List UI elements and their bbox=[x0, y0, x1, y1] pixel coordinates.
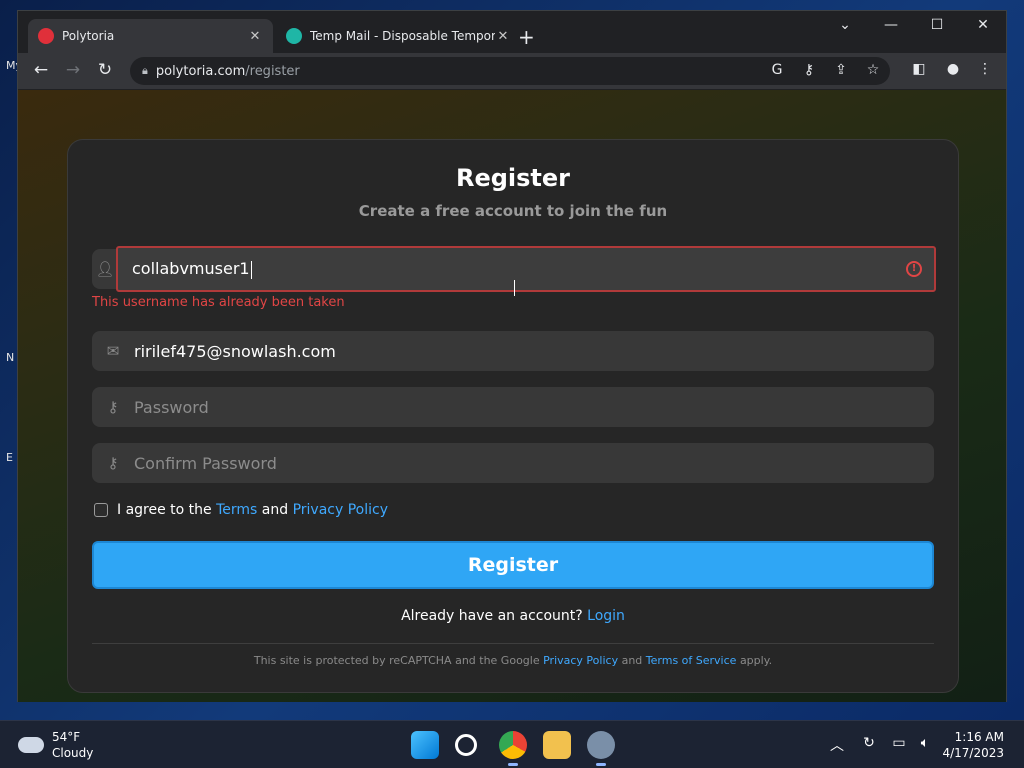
key-icon[interactable]: ⚷ bbox=[800, 62, 818, 78]
tab-bar: Polytoria ✕ Temp Mail - Disposable Tempo… bbox=[18, 11, 1006, 53]
clock-time: 1:16 AM bbox=[954, 730, 1004, 744]
agree-and-text: and bbox=[261, 502, 289, 518]
tab-close-icon[interactable]: ✕ bbox=[495, 29, 511, 44]
forward-icon[interactable]: → bbox=[62, 60, 84, 80]
password-field[interactable]: ⚷ Password bbox=[92, 387, 934, 427]
register-card: Register Create a free account to join t… bbox=[67, 139, 959, 693]
profile-icon[interactable]: ● bbox=[942, 61, 964, 77]
weather-widget[interactable]: 54°F Cloudy bbox=[18, 729, 93, 761]
active-app-indicator bbox=[508, 763, 518, 766]
browser-window: Polytoria ✕ Temp Mail - Disposable Tempo… bbox=[17, 10, 1007, 702]
text-cursor bbox=[250, 260, 252, 279]
chrome-icon[interactable] bbox=[499, 731, 527, 759]
new-tab-icon[interactable]: + bbox=[518, 25, 535, 49]
browser-toolbar: ← → ↻ 🔒︎ polytoria.com/register G ⚷ ⇪ ☆ … bbox=[18, 53, 1006, 89]
tab-polytoria[interactable]: Polytoria ✕ bbox=[28, 19, 273, 53]
confirm-password-placeholder: Confirm Password bbox=[134, 453, 277, 473]
agree-checkbox[interactable] bbox=[94, 503, 108, 517]
minimize-icon[interactable]: — bbox=[876, 17, 906, 33]
agree-terms-row: I agree to the Terms and Privacy Policy bbox=[94, 502, 388, 518]
desktop-label-e[interactable]: E bbox=[6, 451, 13, 464]
desktop-label-n[interactable]: N bbox=[6, 351, 14, 364]
login-prompt-row: Already have an account? Login bbox=[68, 608, 958, 624]
system-clock[interactable]: 1:16 AM 4/17/2023 bbox=[942, 729, 1004, 761]
share-icon[interactable]: ⇪ bbox=[832, 62, 850, 78]
clock-date: 4/17/2023 bbox=[942, 746, 1004, 760]
page-content: Register Create a free account to join t… bbox=[18, 90, 1006, 702]
sync-icon[interactable]: ↻ bbox=[859, 735, 879, 751]
recaptcha-privacy-link[interactable]: Privacy Policy bbox=[543, 654, 618, 667]
username-value: collabvmuser1 bbox=[132, 259, 250, 279]
key-icon: ⚷ bbox=[107, 454, 119, 472]
settings-gear-icon[interactable] bbox=[587, 731, 615, 759]
login-link[interactable]: Login bbox=[587, 608, 625, 624]
bookmark-star-icon[interactable]: ☆ bbox=[864, 62, 882, 78]
recaptcha-terms-link[interactable]: Terms of Service bbox=[646, 654, 737, 667]
page-title: Register bbox=[455, 164, 571, 192]
omnibox-actions: G ⚷ ⇪ ☆ bbox=[768, 62, 882, 78]
close-window-icon[interactable]: ✕ bbox=[968, 17, 998, 33]
privacy-policy-link[interactable]: Privacy Policy bbox=[293, 502, 388, 518]
login-prompt-text: Already have an account? bbox=[401, 608, 583, 624]
running-app-indicator bbox=[596, 763, 606, 766]
search-icon[interactable] bbox=[455, 734, 477, 756]
recaptcha-suffix: apply. bbox=[739, 654, 773, 667]
envelope-icon: ✉ bbox=[106, 342, 120, 360]
username-user-icon: 👤︎ bbox=[92, 249, 118, 289]
address-bar[interactable]: 🔒︎ polytoria.com/register G ⚷ ⇪ ☆ bbox=[130, 57, 890, 85]
terms-link[interactable]: Terms bbox=[216, 502, 257, 518]
network-icon[interactable]: ▭ bbox=[889, 735, 909, 751]
url-host: polytoria.com bbox=[155, 63, 246, 79]
weather-temp: 54°F bbox=[52, 730, 81, 744]
username-field[interactable]: collabvmuser1 ! bbox=[116, 246, 936, 292]
temp-mail-favicon-icon bbox=[286, 28, 302, 44]
desktop-icons: My N E bbox=[0, 55, 22, 475]
error-alert-icon: ! bbox=[906, 261, 922, 277]
mouse-text-cursor-icon bbox=[514, 280, 522, 296]
page-subtitle: Create a free account to join the fun bbox=[358, 202, 668, 220]
agree-prefix-text: I agree to the bbox=[117, 502, 212, 518]
email-value: ririlef475@snowlash.com bbox=[134, 341, 336, 361]
file-explorer-icon[interactable] bbox=[543, 731, 571, 759]
weather-desc: Cloudy bbox=[52, 746, 94, 760]
confirm-password-field[interactable]: ⚷ Confirm Password bbox=[92, 443, 934, 483]
cloud-icon bbox=[18, 737, 44, 753]
password-placeholder: Password bbox=[134, 397, 209, 417]
maximize-icon[interactable]: ☐ bbox=[922, 17, 952, 33]
polytoria-favicon-icon bbox=[38, 28, 54, 44]
tab-search-icon[interactable]: ⌄ bbox=[830, 17, 860, 33]
url-path: /register bbox=[245, 63, 300, 79]
tab-close-icon[interactable]: ✕ bbox=[247, 29, 263, 44]
key-icon: ⚷ bbox=[107, 398, 119, 416]
side-panel-icon[interactable]: ◧ bbox=[908, 61, 930, 77]
recaptcha-prefix: This site is protected by reCAPTCHA and … bbox=[253, 654, 540, 667]
tab-title: Temp Mail - Disposable Tempora bbox=[310, 29, 495, 43]
username-error-message: This username has already been taken bbox=[92, 295, 345, 310]
reload-icon[interactable]: ↻ bbox=[94, 60, 116, 80]
taskbar: 54°F Cloudy ︿ ↻ ▭ 🔈︎ 1:16 AM 4/17/2023 bbox=[0, 720, 1024, 768]
lock-icon[interactable]: 🔒︎ bbox=[142, 64, 148, 78]
back-icon[interactable]: ← bbox=[30, 60, 52, 80]
email-field[interactable]: ✉ ririlef475@snowlash.com bbox=[92, 331, 934, 371]
tab-title: Polytoria bbox=[62, 29, 115, 43]
google-icon[interactable]: G bbox=[768, 62, 786, 78]
recaptcha-and: and bbox=[621, 654, 643, 667]
windows-start-icon[interactable] bbox=[411, 731, 439, 759]
tab-temp-mail[interactable]: Temp Mail - Disposable Tempora ✕ bbox=[276, 19, 521, 53]
tray-chevron-up-icon[interactable]: ︿ bbox=[827, 735, 847, 755]
volume-icon[interactable]: 🔈︎ bbox=[915, 735, 935, 751]
divider bbox=[92, 643, 934, 644]
register-button[interactable]: Register bbox=[92, 541, 934, 589]
menu-icon[interactable]: ⋮ bbox=[974, 61, 996, 77]
recaptcha-notice: This site is protected by reCAPTCHA and … bbox=[68, 654, 958, 667]
